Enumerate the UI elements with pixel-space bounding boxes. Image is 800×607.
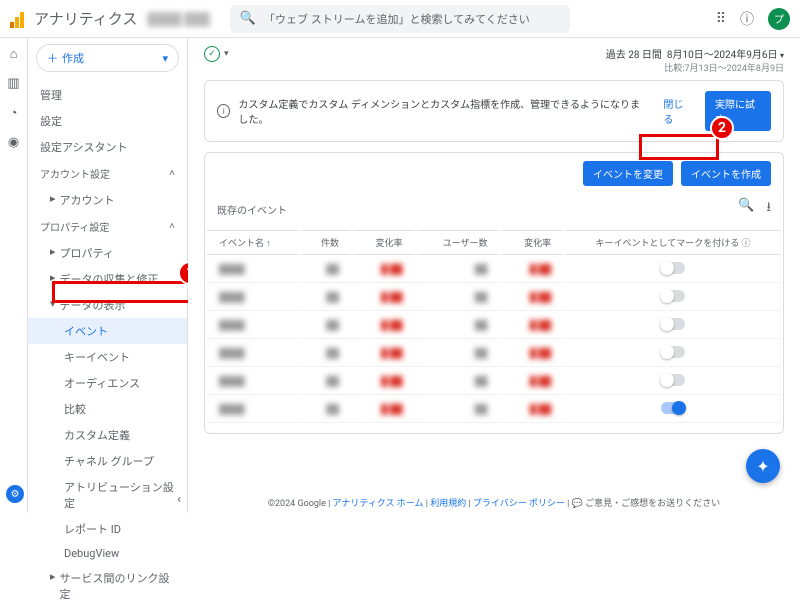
help-tooltip-icon: ⓘ (742, 239, 751, 249)
property-name-blurred[interactable]: ████ ███ (147, 12, 210, 26)
footer: ©2024 Google | アナリティクス ホーム | 利用規約 | プライバ… (188, 496, 800, 509)
table-row[interactable]: ████ ██ █ ██ ██ █ ██ (207, 257, 781, 283)
col-name[interactable]: イベント名 ↑ (207, 230, 298, 255)
chevron-up-icon: ˄ (169, 221, 175, 232)
sidebar-audiences[interactable]: オーディエンス (28, 370, 187, 396)
search-icon: 🔍 (240, 11, 256, 26)
chevron-up-icon: ˄ (169, 168, 175, 179)
chevron-down-icon: ▾ (162, 52, 168, 65)
table-row[interactable]: ████ ██ █ ██ ██ █ ██ (207, 341, 781, 367)
top-bar: アナリティクス ████ ███ 🔍 「ウェブ ストリームを追加」と検索してみて… (0, 0, 800, 38)
key-event-toggle[interactable] (661, 402, 685, 414)
property-settings-head[interactable]: プロパティ設定˄ (28, 213, 187, 240)
account-settings-head[interactable]: アカウント設定˄ (28, 160, 187, 187)
footer-terms-link[interactable]: 利用規約 (430, 499, 466, 509)
key-event-toggle[interactable] (661, 290, 685, 302)
plus-icon: ＋ (47, 50, 58, 66)
home-icon[interactable]: ⌂ (10, 46, 18, 62)
col-count: 件数 (300, 230, 351, 255)
analytics-logo-icon (10, 10, 28, 28)
sidebar-attribution[interactable]: アトリビューション設定 (28, 474, 187, 516)
key-event-toggle[interactable] (661, 318, 685, 330)
date-range-picker[interactable]: 過去 28 日間 8月10日〜2024年9月6日 ▾ 比較:7月13日〜2024… (606, 46, 784, 74)
footer-home-link[interactable]: アナリティクス ホーム (333, 499, 424, 509)
table-row[interactable]: ████ ██ █ ██ ██ █ ██ (207, 369, 781, 395)
sidebar-account[interactable]: ▸アカウント (28, 187, 187, 213)
icon-rail: ⌂ ▥ ◔ ◉ (0, 38, 28, 513)
col-change2: 変化率 (502, 230, 564, 255)
explore-icon[interactable]: ◔ (10, 105, 18, 121)
col-mark: キーイベントとしてマークを付ける ⓘ (565, 230, 781, 255)
sidebar-compare[interactable]: 比較 (28, 396, 187, 422)
reports-icon[interactable]: ▥ (7, 76, 19, 91)
create-event-button[interactable]: イベントを作成 (681, 161, 771, 186)
table-row[interactable]: ████ ██ █ ██ ██ █ ██ (207, 397, 781, 423)
feedback-icon: 💬 (572, 499, 583, 509)
events-card: イベントを変更 イベントを作成 既存のイベント 🔍 ⭳ イベント名 ↑ 件数 変… (204, 152, 784, 434)
annotation-badge-2: 2 (710, 116, 734, 140)
search-input[interactable]: 🔍 「ウェブ ストリームを追加」と検索してみてください (230, 5, 570, 33)
sidebar-data-display[interactable]: ▾データの表示 (28, 292, 187, 318)
table-row[interactable]: ████ ██ █ ██ ██ █ ██ (207, 313, 781, 339)
sidebar-data-collect[interactable]: ▸データの収集と修正 (28, 266, 187, 292)
sidebar-admin[interactable]: 管理 (28, 82, 187, 108)
collapse-sidebar-icon[interactable]: ‹ (177, 492, 181, 507)
sidebar-debugview[interactable]: DebugView (28, 542, 187, 565)
sidebar-settings[interactable]: 設定 (28, 108, 187, 134)
key-event-toggle[interactable] (661, 346, 685, 358)
sidebar-events[interactable]: イベント (28, 318, 187, 344)
caret-icon: ▸ (50, 192, 56, 208)
avatar[interactable]: プ (768, 8, 790, 30)
col-users: ユーザー数 (417, 230, 500, 255)
advertising-icon[interactable]: ◉ (8, 135, 19, 150)
sidebar-property[interactable]: ▸プロパティ (28, 240, 187, 266)
events-table: イベント名 ↑ 件数 変化率 ユーザー数 変化率 キーイベントとしてマークを付け… (205, 228, 783, 425)
content-area: ✓▾ 過去 28 日間 8月10日〜2024年9月6日 ▾ 比較:7月13日〜2… (188, 38, 800, 513)
app-title: アナリティクス (34, 8, 137, 29)
col-change1: 変化率 (353, 230, 415, 255)
sparkle-fab-button[interactable]: ✦ (746, 449, 780, 483)
download-icon[interactable]: ⭳ (766, 198, 771, 220)
sidebar: ＋ 作成 ▾ 管理 設定 設定アシスタント アカウント設定˄ ▸アカウント プロ… (28, 38, 188, 513)
section-title: 既存のイベント (217, 202, 287, 217)
modify-event-button[interactable]: イベントを変更 (583, 161, 673, 186)
banner-text: カスタム定義でカスタム ディメンションとカスタム指標を作成、管理できるようになり… (238, 96, 647, 126)
info-banner: i カスタム定義でカスタム ディメンションとカスタム指標を作成、管理できるように… (204, 80, 784, 142)
sidebar-custom-def[interactable]: カスタム定義 (28, 422, 187, 448)
footer-privacy-link[interactable]: プライバシー ポリシー (473, 499, 565, 509)
sidebar-channel[interactable]: チャネル グループ (28, 448, 187, 474)
search-placeholder: 「ウェブ ストリームを追加」と検索してみてください (264, 11, 530, 27)
sidebar-assistant[interactable]: 設定アシスタント (28, 134, 187, 160)
apps-icon[interactable]: ⠿ (716, 11, 726, 27)
sidebar-key-events[interactable]: キーイベント (28, 344, 187, 370)
sidebar-service-link[interactable]: ▸サービス間のリンク設定 (28, 565, 187, 607)
table-row[interactable]: ████ ██ █ ██ ██ █ ██ (207, 285, 781, 311)
create-button[interactable]: ＋ 作成 ▾ (36, 44, 179, 72)
help-icon[interactable]: ⓘ (740, 9, 754, 29)
banner-close-button[interactable]: 閉じる (655, 92, 699, 130)
info-icon: i (217, 104, 230, 118)
key-event-toggle[interactable] (661, 262, 685, 274)
check-circle-icon[interactable]: ✓ (204, 46, 220, 62)
search-events-icon[interactable]: 🔍 (738, 198, 754, 220)
sidebar-report-id[interactable]: レポート ID (28, 516, 187, 542)
key-event-toggle[interactable] (661, 374, 685, 386)
admin-gear-icon[interactable]: ⚙ (6, 485, 24, 503)
